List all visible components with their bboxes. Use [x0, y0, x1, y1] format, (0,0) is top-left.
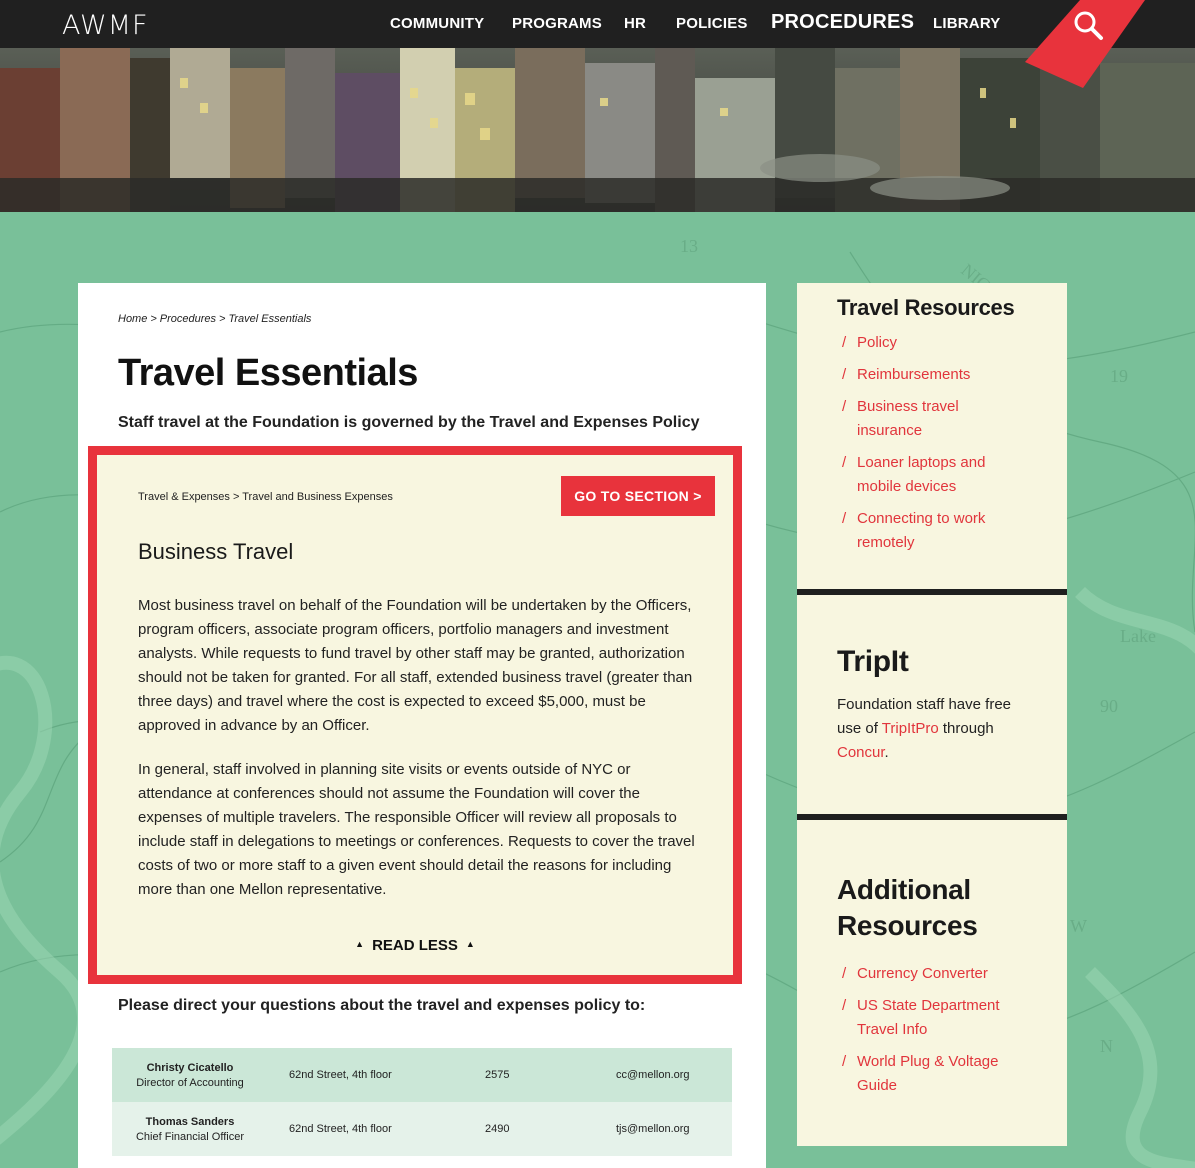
section-title: Business Travel [138, 539, 294, 564]
table-row: Thomas Sanders Chief Financial Officer 62… [112, 1102, 732, 1156]
breadcrumb-procedures[interactable]: Procedures [160, 313, 216, 325]
page-subtitle: Staff travel at the Foundation is govern… [118, 414, 700, 431]
section-paragraph: Most business travel on behalf of the Fo… [138, 597, 693, 734]
contact-name-cell: Thomas Sanders Chief Financial Officer [112, 1115, 268, 1145]
contact-name: Christy Cicatello [146, 1062, 234, 1074]
nav-policies[interactable]: POLICIES [676, 15, 748, 32]
svg-text:N: N [1100, 1036, 1113, 1056]
breadcrumb-current: Travel Essentials [228, 313, 312, 325]
resource-link-state-dept[interactable]: / US State Department Travel Info [837, 994, 1027, 1042]
resource-link-loaner-laptops[interactable]: / Loaner laptops and mobile devices [837, 451, 1017, 499]
contact-email[interactable]: tjs@mellon.org [616, 1123, 690, 1135]
contacts-heading: Please direct your questions about the t… [118, 997, 646, 1014]
svg-text:90: 90 [1100, 696, 1118, 716]
tripit-description: Foundation staff have free use of TripIt… [837, 696, 1012, 761]
page-title: Travel Essentials [118, 352, 418, 394]
nav-community[interactable]: COMMUNITY [390, 15, 484, 32]
read-less-label: READ LESS [372, 937, 458, 954]
nav-library[interactable]: LIBRARY [933, 15, 1001, 32]
svg-text:13: 13 [680, 236, 698, 256]
tripitpro-link[interactable]: TripItPro [882, 720, 939, 737]
travel-resources-panel: Travel Resources / Policy / Reimbursements… [797, 283, 1067, 589]
contact-location: 62nd Street, 4th floor [289, 1123, 392, 1135]
svg-text:W: W [1070, 916, 1087, 936]
additional-resources-list: / Currency Converter / US State Department… [837, 962, 1027, 1098]
nav-hr[interactable]: HR [624, 15, 646, 32]
contact-name: Thomas Sanders [145, 1116, 235, 1128]
travel-resources-list: / Policy / Reimbursements / Business travel… [837, 331, 1017, 555]
resource-link-currency[interactable]: / Currency Converter [837, 962, 1027, 986]
business-travel-panel: Travel & Expenses > Travel and Business … [88, 446, 742, 984]
nav-programs[interactable]: PROGRAMS [512, 15, 602, 32]
contact-email[interactable]: cc@mellon.org [616, 1069, 690, 1081]
read-less-button[interactable]: ▲ READ LESS ▲ [97, 937, 733, 954]
contact-extension: 2575 [485, 1069, 510, 1081]
tripit-title: TripIt [837, 645, 909, 678]
contact-role: Director of Accounting [136, 1077, 244, 1089]
hero-image [0, 48, 1195, 212]
additional-resources-panel: Additional Resources / Currency Converter… [797, 820, 1067, 1146]
resource-link-policy[interactable]: / Policy [837, 331, 1017, 355]
go-to-section-button[interactable]: GO TO SECTION > [561, 476, 715, 516]
additional-resources-title: Additional Resources [837, 874, 978, 941]
contact-location: 62nd Street, 4th floor [289, 1069, 392, 1081]
breadcrumb-separator: > [150, 313, 157, 325]
svg-text:19: 19 [1110, 366, 1128, 386]
breadcrumb-home[interactable]: Home [118, 313, 147, 325]
nav-procedures[interactable]: PROCEDURES [771, 11, 914, 34]
resource-link-reimbursements[interactable]: / Reimbursements [837, 363, 1017, 387]
resource-link-plug-voltage[interactable]: / World Plug & Voltage Guide [837, 1050, 1027, 1098]
resource-link-remote-work[interactable]: / Connecting to work remotely [837, 507, 1017, 555]
travel-resources-title: Travel Resources [837, 295, 1015, 320]
breadcrumb-separator: > [219, 313, 226, 325]
search-button[interactable] [1025, 0, 1145, 88]
breadcrumb: Home > Procedures > Travel Essentials [118, 313, 311, 325]
contact-extension: 2490 [485, 1123, 510, 1135]
section-breadcrumb: Travel & Expenses > Travel and Business … [138, 491, 393, 503]
top-navigation: AWMF COMMUNITY PROGRAMS HR POLICIES PROC… [0, 0, 1195, 48]
section-paragraph: In general, staff involved in planning s… [138, 761, 695, 898]
contacts-table: Christy Cicatello Director of Accounting … [112, 1048, 732, 1156]
concur-link[interactable]: Concur [837, 744, 885, 761]
contact-name-cell: Christy Cicatello Director of Accounting [112, 1061, 268, 1091]
caret-up-icon: ▲ [465, 939, 475, 949]
caret-up-icon: ▲ [355, 939, 365, 949]
contact-role: Chief Financial Officer [135, 1131, 244, 1143]
resource-link-insurance[interactable]: / Business travel insurance [837, 395, 1017, 443]
table-row: Christy Cicatello Director of Accounting … [112, 1048, 732, 1102]
site-logo[interactable]: AWMF [62, 10, 149, 41]
svg-text:Lake: Lake [1120, 626, 1156, 646]
tripit-panel: TripIt Foundation staff have free use of… [797, 595, 1067, 814]
